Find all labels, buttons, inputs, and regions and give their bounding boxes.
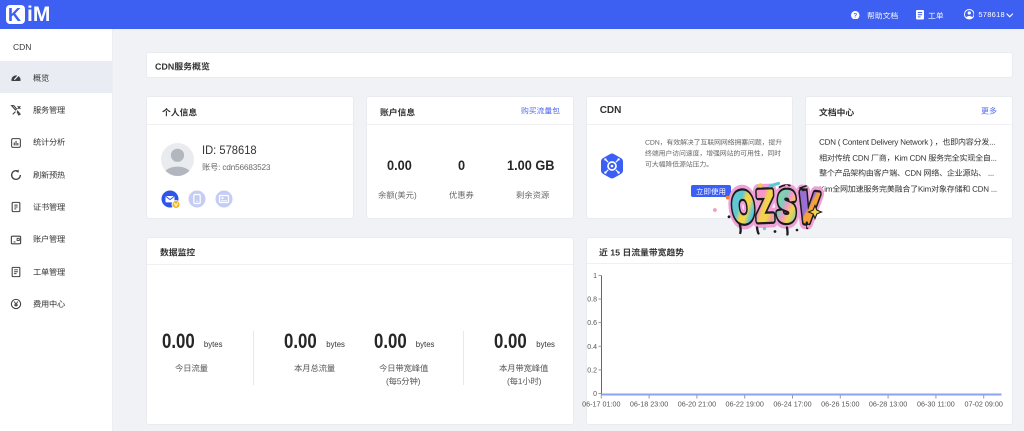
- svg-text:0.2: 0.2: [587, 367, 597, 374]
- svg-text:1: 1: [593, 273, 597, 280]
- svg-text:0.6: 0.6: [587, 320, 597, 327]
- svg-text:06-20 21:00: 06-20 21:00: [678, 400, 716, 409]
- svg-text:06-22 19:00: 06-22 19:00: [726, 400, 764, 409]
- svg-text:?: ?: [853, 12, 857, 19]
- svg-text:06-18 23:00: 06-18 23:00: [630, 400, 668, 409]
- svg-text:07-02 09:00: 07-02 09:00: [965, 400, 1003, 409]
- svg-text:O: O: [730, 183, 757, 232]
- svg-text:06-17 01:00: 06-17 01:00: [582, 400, 620, 409]
- svg-text:06-30 11:00: 06-30 11:00: [917, 400, 955, 409]
- svg-text:0.8: 0.8: [587, 297, 597, 304]
- svg-text:S: S: [776, 183, 796, 231]
- svg-text:0: 0: [593, 391, 597, 398]
- svg-text:Z: Z: [756, 182, 775, 230]
- svg-text:06-28 13:00: 06-28 13:00: [869, 400, 907, 409]
- svg-text:06-26 15:00: 06-26 15:00: [821, 400, 859, 409]
- svg-text:06-24 17:00: 06-24 17:00: [773, 400, 811, 409]
- svg-text:0.4: 0.4: [587, 344, 597, 351]
